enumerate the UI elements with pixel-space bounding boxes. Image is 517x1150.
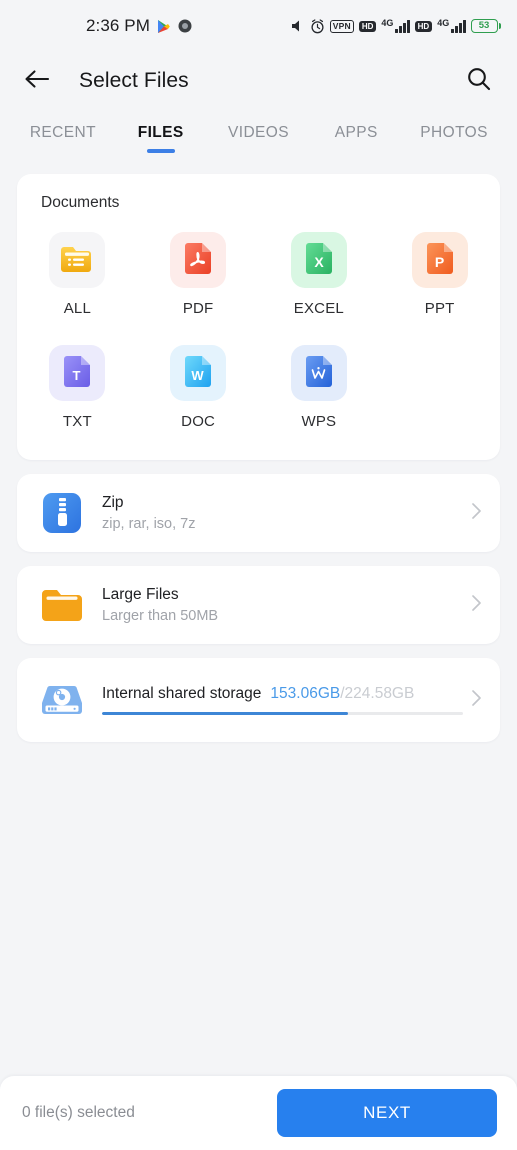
internal-storage-used: 153.06GB	[270, 684, 341, 702]
internal-storage-name: Internal shared storage	[102, 684, 262, 702]
file-picker-screen: 2:36 PM VPN HD 4G HD 4G 53 Select Files …	[0, 0, 517, 1150]
large-files-row-subtitle: Larger than 50MB	[102, 608, 219, 624]
tab-videos-label: VIDEOS	[228, 124, 289, 141]
doc-type-excel-label: EXCEL	[293, 300, 344, 317]
doc-type-doc[interactable]: W DOC	[138, 345, 259, 430]
doc-type-txt[interactable]: T TXT	[17, 345, 138, 430]
network-generation-label: 4G	[381, 18, 394, 28]
tab-apps[interactable]: APPS	[307, 118, 405, 142]
large-files-row-text: Large Files Larger than 50MB	[102, 584, 463, 626]
doc-type-pdf-label: PDF	[182, 300, 214, 317]
pdf-file-icon	[170, 232, 227, 288]
internal-storage-card: Internal shared storage 153.06GB /224.58…	[17, 658, 500, 742]
doc-type-all-label: ALL	[63, 300, 92, 317]
alarm-icon	[310, 18, 325, 34]
mute-icon	[290, 19, 305, 33]
zip-row[interactable]: Zip zip, rar, iso, 7z	[17, 474, 500, 552]
doc-type-ppt-label: PPT	[424, 300, 455, 317]
tab-active-indicator	[146, 149, 175, 153]
documents-card: Documents ALL PDF X EXCEL P PPT T TXT W …	[17, 174, 500, 460]
search-button[interactable]	[463, 65, 495, 97]
play-store-icon	[157, 19, 171, 34]
app-badge-icon	[178, 19, 192, 33]
zip-row-subtitle: zip, rar, iso, 7z	[102, 516, 196, 532]
app-header: Select Files	[0, 52, 517, 110]
large-files-row[interactable]: Large Files Larger than 50MB	[17, 566, 500, 644]
svg-text:P: P	[434, 254, 443, 270]
chevron-right-icon	[471, 502, 482, 525]
tab-files[interactable]: FILES	[112, 118, 210, 153]
vpn-icon: VPN	[329, 19, 354, 33]
tab-recent[interactable]: RECENT	[14, 118, 112, 142]
battery-body: 53	[470, 19, 498, 33]
doc-type-doc-label: DOC	[181, 413, 216, 430]
tab-photos-label: PHOTOS	[420, 124, 488, 141]
internal-storage-row[interactable]: Internal shared storage 153.06GB /224.58…	[17, 658, 500, 742]
svg-text:X: X	[314, 254, 324, 270]
tab-recent-label: RECENT	[29, 124, 96, 141]
doc-type-all[interactable]: ALL	[17, 232, 138, 317]
doc-type-wps[interactable]: WPS	[259, 345, 380, 430]
wps-file-icon	[290, 345, 347, 401]
hd-icon: HD	[358, 20, 377, 32]
arrow-left-icon	[24, 68, 50, 95]
doc-type-txt-label: TXT	[62, 413, 92, 430]
zip-row-text: Zip zip, rar, iso, 7z	[102, 492, 463, 534]
documents-grid-row-2: T TXT W DOC WPS	[17, 345, 500, 436]
internal-storage-total: /224.58GB	[340, 684, 415, 702]
next-button[interactable]: NEXT	[277, 1089, 497, 1137]
tab-bar: RECENT FILES VIDEOS APPS PHOTOS	[0, 110, 517, 162]
storage-progress-fill	[102, 711, 349, 716]
signal-bars-2	[451, 20, 466, 33]
signal-bars	[395, 20, 410, 33]
txt-file-icon: T	[49, 345, 106, 401]
excel-file-icon: X	[290, 232, 347, 288]
hard-drive-icon	[39, 677, 85, 723]
battery-percent-label: 53	[478, 20, 490, 31]
doc-type-ppt[interactable]: P PPT	[379, 232, 500, 317]
folder-list-icon	[49, 232, 106, 288]
zip-card: Zip zip, rar, iso, 7z	[17, 474, 500, 552]
chevron-right-icon-3	[471, 689, 482, 712]
folder-icon	[39, 582, 85, 628]
tab-photos[interactable]: PHOTOS	[405, 118, 503, 142]
tab-files-label: FILES	[137, 124, 184, 141]
large-files-row-title: Large Files	[102, 586, 179, 603]
signal-4g-icon: 4G	[381, 18, 410, 33]
zip-row-title: Zip	[102, 494, 124, 511]
tab-apps-label: APPS	[334, 124, 378, 141]
doc-type-wps-label: WPS	[301, 413, 337, 430]
chevron-right-icon-2	[471, 594, 482, 617]
doc-type-excel[interactable]: X EXCEL	[259, 232, 380, 317]
back-button[interactable]	[22, 66, 52, 96]
search-icon	[466, 66, 492, 97]
network-generation-label-2: 4G	[437, 18, 450, 28]
status-time: 2:36 PM	[86, 16, 151, 35]
documents-section-title: Documents	[41, 194, 120, 211]
bottom-action-bar: 0 file(s) selected NEXT	[0, 1076, 517, 1150]
content-area: Documents ALL PDF X EXCEL P PPT T TXT W …	[0, 162, 517, 1076]
doc-type-empty-slot	[379, 345, 500, 430]
internal-storage-text: Internal shared storage 153.06GB /224.58…	[102, 685, 463, 716]
status-bar-right: VPN HD 4G HD 4G 53	[290, 19, 501, 34]
battery-icon: 53	[470, 19, 501, 33]
battery-tip	[498, 23, 501, 29]
doc-type-pdf[interactable]: PDF	[138, 232, 259, 317]
large-files-card: Large Files Larger than 50MB	[17, 566, 500, 644]
status-bar-left: 2:36 PM	[86, 16, 192, 36]
tab-videos[interactable]: VIDEOS	[210, 118, 308, 142]
hd-icon-2: HD	[414, 20, 433, 32]
storage-progress-track	[102, 711, 463, 716]
selected-count-label: 0 file(s) selected	[22, 1104, 135, 1121]
documents-grid-row-1: ALL PDF X EXCEL P PPT	[17, 232, 500, 323]
page-title: Select Files	[79, 69, 189, 92]
svg-text:T: T	[73, 368, 81, 383]
svg-text:W: W	[191, 368, 204, 383]
signal-4g-icon-2: 4G	[437, 18, 466, 33]
internal-storage-header: Internal shared storage 153.06GB /224.58…	[102, 685, 463, 703]
zip-archive-icon	[39, 490, 85, 536]
ppt-file-icon: P	[411, 232, 468, 288]
status-bar: 2:36 PM VPN HD 4G HD 4G 53	[0, 0, 517, 52]
doc-file-icon: W	[170, 345, 227, 401]
